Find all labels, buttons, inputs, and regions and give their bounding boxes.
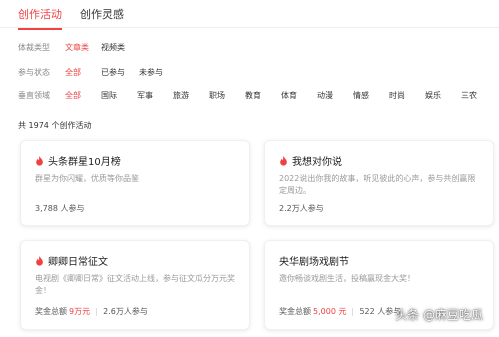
page: 创作活动 创作灵感 体裁类型 文章类 视频类 参与状态 全部 已参与 未参与 垂… bbox=[0, 0, 499, 337]
card-title: 头条群星10月榜 bbox=[35, 153, 121, 168]
footer-divider bbox=[352, 307, 354, 316]
watermark: 头条 @麻豆吃瓜 bbox=[395, 308, 483, 322]
prize-label: 奖金总额 bbox=[279, 307, 311, 316]
filter-genre-article[interactable]: 文章类 bbox=[65, 42, 89, 53]
card-title: 我想对你说 bbox=[279, 153, 342, 168]
participant-count: 2.2万人参与 bbox=[279, 204, 324, 213]
filter-vertical-travel[interactable]: 旅游 bbox=[173, 90, 189, 101]
card-footer: 3,788 人参与 bbox=[35, 203, 84, 214]
filter-vertical-agriculture[interactable]: 三农 bbox=[461, 90, 477, 101]
prize-label: 奖金总额 bbox=[35, 307, 67, 316]
fire-icon bbox=[36, 155, 43, 166]
filter-vertical-career[interactable]: 职场 bbox=[209, 90, 225, 101]
filter-label-genre: 体裁类型 bbox=[18, 43, 50, 52]
card-footer: 奖金总额 5,000 元 522 人参与 bbox=[279, 306, 401, 317]
filter-status-joined[interactable]: 已参与 bbox=[101, 67, 125, 78]
fire-icon bbox=[280, 155, 287, 166]
participant-count: 3,788 人参与 bbox=[35, 204, 85, 213]
tabs-divider bbox=[0, 27, 499, 28]
fire-icon bbox=[36, 255, 43, 266]
card-title-text: 卿卿日常征文 bbox=[48, 257, 108, 268]
filter-vertical-anime[interactable]: 动漫 bbox=[317, 90, 333, 101]
prize-amount: 5,000 元 bbox=[313, 307, 347, 316]
card-footer: 奖金总额 9万元 2.6万人参与 bbox=[35, 306, 148, 317]
filter-vertical-education[interactable]: 教育 bbox=[245, 90, 261, 101]
filter-vertical-international[interactable]: 国际 bbox=[101, 90, 117, 101]
filter-row-vertical: 垂直领域 全部 国际 军事 旅游 职场 教育 体育 动漫 情感 时尚 娱乐 三农 bbox=[18, 90, 477, 101]
filter-label-vertical: 垂直领域 bbox=[18, 91, 50, 100]
participant-count: 2.6万人参与 bbox=[103, 307, 148, 316]
filter-label-status: 参与状态 bbox=[18, 68, 50, 77]
card-title-text: 头条群星10月榜 bbox=[48, 157, 121, 168]
filter-vertical-all[interactable]: 全部 bbox=[65, 90, 81, 101]
filter-row-status: 参与状态 全部 已参与 未参与 bbox=[18, 67, 163, 78]
card-title-text: 央华剧场戏剧节 bbox=[279, 257, 349, 268]
filter-row-genre: 体裁类型 文章类 视频类 bbox=[18, 42, 125, 53]
filter-vertical-fashion[interactable]: 时尚 bbox=[389, 90, 405, 101]
filter-vertical-entertainment[interactable]: 娱乐 bbox=[425, 90, 441, 101]
total-count: 共 1974 个创作活动 bbox=[18, 121, 92, 130]
filter-status-not-joined[interactable]: 未参与 bbox=[139, 67, 163, 78]
activity-card[interactable]: 我想对你说 2022说出你我的故事，听见彼此的心声，参与共创赢限定周边。 2.2… bbox=[264, 140, 494, 226]
card-description: 2022说出你我的故事，听见彼此的心声，参与共创赢限定周边。 bbox=[279, 174, 476, 195]
filter-status-all[interactable]: 全部 bbox=[65, 67, 81, 78]
filter-vertical-sports[interactable]: 体育 bbox=[281, 90, 297, 101]
footer-divider bbox=[96, 307, 98, 316]
card-description: 电视剧《卿卿日常》征文活动上线，参与征文瓜分万元奖金！ bbox=[35, 274, 235, 295]
filter-vertical-emotion[interactable]: 情感 bbox=[353, 90, 369, 101]
card-title: 央华剧场戏剧节 bbox=[279, 253, 349, 268]
prize-amount: 9万元 bbox=[69, 307, 91, 316]
card-footer: 2.2万人参与 bbox=[279, 203, 324, 214]
activity-card[interactable]: 卿卿日常征文 电视剧《卿卿日常》征文活动上线，参与征文瓜分万元奖金！ 奖金总额 … bbox=[20, 240, 250, 330]
card-description: 邀你畅谈戏剧生活，投稿赢现金大奖！ bbox=[279, 274, 415, 283]
card-description: 群星为你闪耀，优质等你品鉴 bbox=[35, 174, 139, 183]
card-title-text: 我想对你说 bbox=[292, 157, 342, 168]
filter-genre-video[interactable]: 视频类 bbox=[101, 42, 125, 53]
card-title: 卿卿日常征文 bbox=[35, 253, 108, 268]
activity-card[interactable]: 头条群星10月榜 群星为你闪耀，优质等你品鉴 3,788 人参与 bbox=[20, 140, 250, 226]
filter-vertical-military[interactable]: 军事 bbox=[137, 90, 153, 101]
